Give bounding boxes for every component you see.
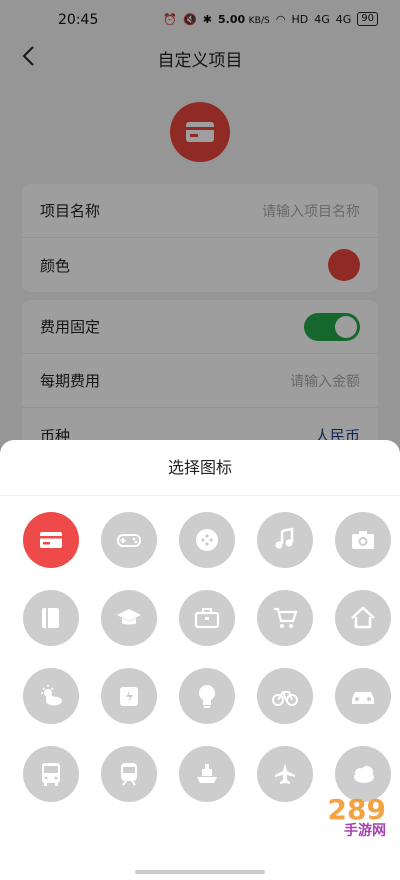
chat-bubble-icon: [196, 529, 218, 551]
icon-option-graduation-cap[interactable]: [101, 590, 157, 646]
card-icon: [40, 532, 62, 548]
train-icon: [121, 763, 137, 786]
shopping-cart-icon: [274, 607, 298, 628]
icon-option-chat-bubble[interactable]: [179, 512, 235, 568]
icon-option-bus[interactable]: [23, 746, 79, 802]
briefcase-icon: [194, 608, 220, 629]
bus-icon: [42, 763, 60, 786]
home-icon: [351, 606, 375, 629]
music-note-icon: [275, 527, 294, 549]
icon-option-card[interactable]: [23, 512, 79, 568]
icon-option-lightbulb[interactable]: [179, 668, 235, 724]
book-icon: [42, 608, 59, 628]
icon-option-home[interactable]: [335, 590, 391, 646]
icon-option-book[interactable]: [23, 590, 79, 646]
graduation-cap-icon: [117, 609, 141, 625]
icon-option-train[interactable]: [101, 746, 157, 802]
cloud-icon: [354, 766, 374, 783]
home-indicator: [135, 870, 265, 874]
icon-option-car[interactable]: [335, 668, 391, 724]
icon-option-weather[interactable]: [23, 668, 79, 724]
icon-option-ship[interactable]: [179, 746, 235, 802]
ship-icon: [197, 764, 217, 783]
car-icon: [352, 692, 374, 704]
airplane-icon: [275, 763, 295, 784]
icon-option-music-note[interactable]: [257, 512, 313, 568]
gamepad-icon: [117, 534, 141, 547]
power-bank-icon: [120, 687, 138, 706]
icon-option-power-bank[interactable]: [101, 668, 157, 724]
camera-icon: [352, 531, 374, 549]
sheet-title: 选择图标: [0, 440, 400, 496]
icon-option-shopping-cart[interactable]: [257, 590, 313, 646]
icon-option-airplane[interactable]: [257, 746, 313, 802]
icon-option-bicycle[interactable]: [257, 668, 313, 724]
bicycle-icon: [272, 691, 298, 706]
watermark-logo: 289 手游网: [327, 793, 386, 839]
lightbulb-icon: [199, 685, 215, 708]
icon-picker-sheet: 选择图标 289 手游网: [0, 440, 400, 880]
weather-icon: [41, 685, 62, 706]
icon-option-gamepad[interactable]: [101, 512, 157, 568]
icon-option-camera[interactable]: [335, 512, 391, 568]
icon-option-briefcase[interactable]: [179, 590, 235, 646]
